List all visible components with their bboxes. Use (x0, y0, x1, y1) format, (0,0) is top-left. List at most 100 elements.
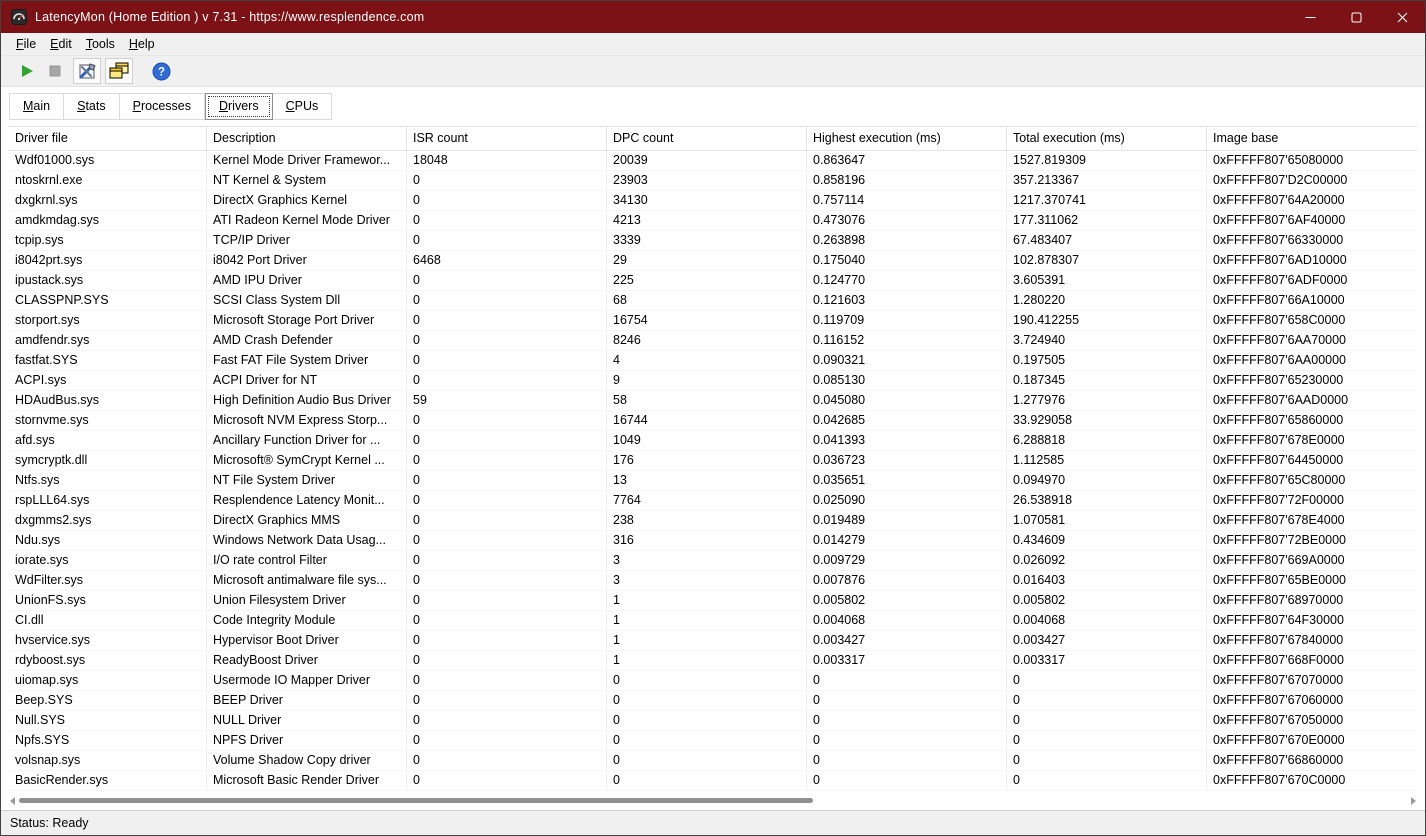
table-row[interactable]: rspLLL64.sysResplendence Latency Monit..… (9, 491, 1417, 511)
column-header[interactable]: Highest execution (ms) (807, 127, 1007, 150)
table-cell: 0 (807, 671, 1007, 690)
column-header[interactable]: DPC count (607, 127, 807, 150)
stop-monitor-button[interactable] (41, 58, 69, 84)
content-area: MainStatsProcessesDriversCPUs Driver fil… (1, 87, 1425, 810)
driver-tools-button[interactable] (73, 58, 101, 84)
table-row[interactable]: stornvme.sysMicrosoft NVM Express Storp.… (9, 411, 1417, 431)
table-cell: 0 (1007, 771, 1207, 790)
table-cell: 0 (407, 311, 607, 330)
report-button[interactable] (105, 58, 133, 84)
table-row[interactable]: CLASSPNP.SYSSCSI Class System Dll0680.12… (9, 291, 1417, 311)
table-cell: 8246 (607, 331, 807, 350)
table-cell: 26.538918 (1007, 491, 1207, 510)
column-header[interactable]: Description (207, 127, 407, 150)
table-cell: 0xFFFFF807'65C80000 (1207, 471, 1417, 490)
table-row[interactable]: tcpip.sysTCP/IP Driver033390.26389867.48… (9, 231, 1417, 251)
table-cell: 0.094970 (1007, 471, 1207, 490)
table-cell: 0 (407, 571, 607, 590)
minimize-button[interactable] (1287, 1, 1333, 33)
table-cell: 357.213367 (1007, 171, 1207, 190)
table-row[interactable]: WdFilter.sysMicrosoft antimalware file s… (9, 571, 1417, 591)
table-cell: Windows Network Data Usag... (207, 531, 407, 550)
table-cell: 0.019489 (807, 511, 1007, 530)
table-cell: 9 (607, 371, 807, 390)
table-row[interactable]: fastfat.SYSFast FAT File System Driver04… (9, 351, 1417, 371)
tab-cpus[interactable]: CPUs (273, 93, 333, 120)
scroll-right-arrow-icon[interactable] (1411, 797, 1416, 805)
scroll-left-arrow-icon[interactable] (10, 797, 15, 805)
help-button[interactable]: ? (147, 58, 175, 84)
table-cell: 0 (1007, 731, 1207, 750)
tab-drivers[interactable]: Drivers (205, 93, 273, 120)
table-cell: 16744 (607, 411, 807, 430)
table-row[interactable]: dxgkrnl.sysDirectX Graphics Kernel034130… (9, 191, 1417, 211)
start-monitor-button[interactable] (13, 58, 41, 84)
table-row[interactable]: storport.sysMicrosoft Storage Port Drive… (9, 311, 1417, 331)
tab-processes[interactable]: Processes (120, 93, 205, 120)
close-button[interactable] (1379, 1, 1425, 33)
tab-stats[interactable]: Stats (64, 93, 120, 120)
table-row[interactable]: ntoskrnl.exeNT Kernel & System0239030.85… (9, 171, 1417, 191)
table-row[interactable]: hvservice.sysHypervisor Boot Driver010.0… (9, 631, 1417, 651)
table-row[interactable]: symcryptk.dllMicrosoft® SymCrypt Kernel … (9, 451, 1417, 471)
table-cell: 0.473076 (807, 211, 1007, 230)
table-cell: 0xFFFFF807'65860000 (1207, 411, 1417, 430)
table-row[interactable]: dxgmms2.sysDirectX Graphics MMS02380.019… (9, 511, 1417, 531)
column-header[interactable]: ISR count (407, 127, 607, 150)
table-cell: Null.SYS (9, 711, 207, 730)
maximize-button[interactable] (1333, 1, 1379, 33)
table-cell: 0.026092 (1007, 551, 1207, 570)
table-cell: 0 (407, 531, 607, 550)
table-row[interactable]: ipustack.sysAMD IPU Driver02250.1247703.… (9, 271, 1417, 291)
table-cell: 0 (407, 351, 607, 370)
column-header[interactable]: Image base (1207, 127, 1417, 150)
column-header[interactable]: Driver file (9, 127, 207, 150)
table-cell: 0 (407, 491, 607, 510)
table-row[interactable]: uiomap.sysUsermode IO Mapper Driver00000… (9, 671, 1417, 691)
table-row[interactable]: Ntfs.sysNT File System Driver0130.035651… (9, 471, 1417, 491)
table-row[interactable]: i8042prt.sysi8042 Port Driver6468290.175… (9, 251, 1417, 271)
table-cell: 0 (607, 771, 807, 790)
table-cell: 0.016403 (1007, 571, 1207, 590)
table-cell: 1.280220 (1007, 291, 1207, 310)
table-row[interactable]: volsnap.sysVolume Shadow Copy driver0000… (9, 751, 1417, 771)
table-cell: 0.003427 (1007, 631, 1207, 650)
table-row[interactable]: ACPI.sysACPI Driver for NT090.0851300.18… (9, 371, 1417, 391)
scrollbar-thumb[interactable] (19, 798, 813, 803)
table-cell: 1 (607, 651, 807, 670)
table-row[interactable]: Wdf01000.sysKernel Mode Driver Framewor.… (9, 151, 1417, 171)
table-cell: CI.dll (9, 611, 207, 630)
menu-item-help[interactable]: Help (122, 35, 162, 54)
menu-item-tools[interactable]: Tools (79, 35, 122, 54)
column-header[interactable]: Total execution (ms) (1007, 127, 1207, 150)
table-row[interactable]: afd.sysAncillary Function Driver for ...… (9, 431, 1417, 451)
table-cell: ATI Radeon Kernel Mode Driver (207, 211, 407, 230)
table-cell: 0.858196 (807, 171, 1007, 190)
menu-item-edit[interactable]: Edit (43, 35, 79, 54)
close-icon (1397, 12, 1408, 23)
menu-item-file[interactable]: File (9, 35, 43, 54)
table-row[interactable]: amdfendr.sysAMD Crash Defender082460.116… (9, 331, 1417, 351)
table-cell: 0 (607, 711, 807, 730)
table-cell: 33.929058 (1007, 411, 1207, 430)
table-cell: High Definition Audio Bus Driver (207, 391, 407, 410)
table-row[interactable]: iorate.sysI/O rate control Filter030.009… (9, 551, 1417, 571)
table-row[interactable]: HDAudBus.sysHigh Definition Audio Bus Dr… (9, 391, 1417, 411)
table-cell: 0 (407, 211, 607, 230)
horizontal-scrollbar[interactable] (9, 794, 1417, 807)
table-row[interactable]: UnionFS.sysUnion Filesystem Driver010.00… (9, 591, 1417, 611)
table-cell: BasicRender.sys (9, 771, 207, 790)
table-cell: 0.035651 (807, 471, 1007, 490)
app-window: LatencyMon (Home Edition ) v 7.31 - http… (0, 0, 1426, 836)
table-row[interactable]: Beep.SYSBEEP Driver00000xFFFFF807'670600… (9, 691, 1417, 711)
table-row[interactable]: BasicRender.sysMicrosoft Basic Render Dr… (9, 771, 1417, 791)
table-row[interactable]: Npfs.SYSNPFS Driver00000xFFFFF807'670E00… (9, 731, 1417, 751)
table-row[interactable]: CI.dllCode Integrity Module010.0040680.0… (9, 611, 1417, 631)
tab-main[interactable]: Main (9, 93, 64, 120)
table-row[interactable]: Ndu.sysWindows Network Data Usag...03160… (9, 531, 1417, 551)
table-row[interactable]: rdyboost.sysReadyBoost Driver010.0033170… (9, 651, 1417, 671)
table-row[interactable]: amdkmdag.sysATI Radeon Kernel Mode Drive… (9, 211, 1417, 231)
table-row[interactable]: Null.SYSNULL Driver00000xFFFFF807'670500… (9, 711, 1417, 731)
status-text: Status: Ready (10, 816, 89, 830)
table-cell: 23903 (607, 171, 807, 190)
